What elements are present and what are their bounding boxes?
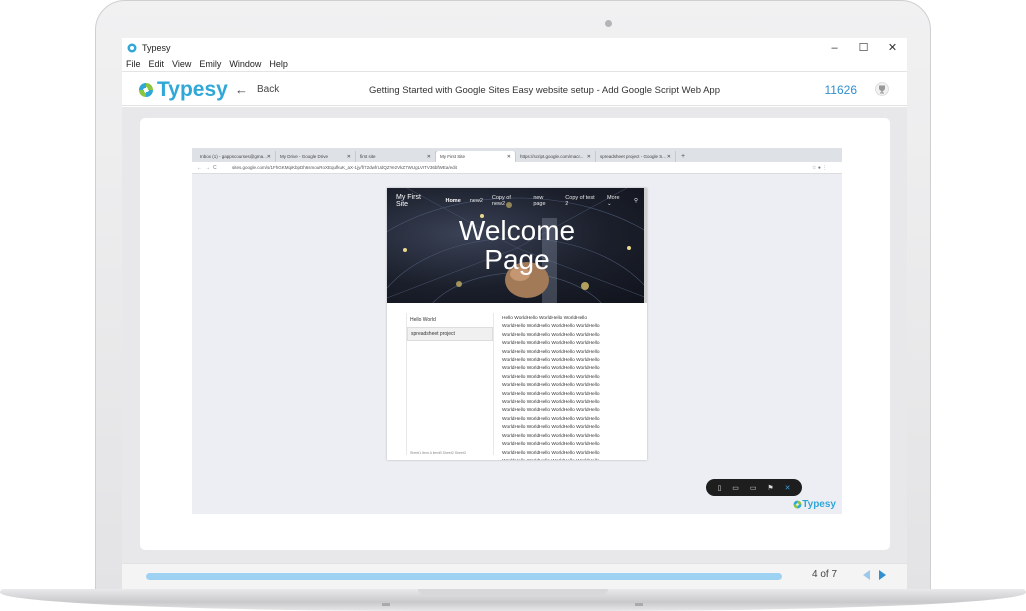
- logo-text: Typesy: [157, 78, 228, 101]
- browser-tab: first site ✕: [356, 151, 436, 162]
- menu-edit[interactable]: Edit: [145, 58, 169, 71]
- hello-line: WorldHello WorldHello WorldHello WorldHe…: [502, 341, 600, 347]
- site-search-icon: ⚲: [633, 198, 638, 204]
- title-bar: Typesy – ☐ ✕: [122, 38, 907, 58]
- typesy-logo[interactable]: Typesy: [138, 78, 228, 102]
- embed-sheet-title: spreadsheet project: [407, 327, 493, 341]
- watermark-text: Typesy: [802, 499, 836, 510]
- lesson-footer: 4 of 7: [122, 563, 907, 589]
- menu-file[interactable]: File: [122, 58, 145, 71]
- phone-view-icon[interactable]: ▯: [717, 484, 721, 492]
- flag-icon[interactable]: ⚑: [767, 484, 773, 492]
- browser-tab: spreadsheet project - Google S... ✕: [596, 151, 676, 162]
- typesy-app-icon: [127, 43, 137, 53]
- site-nav-link: new2: [469, 198, 483, 204]
- progress-fill: [146, 573, 782, 580]
- hello-line: WorldHello WorldHello WorldHello WorldHe…: [502, 349, 600, 355]
- progress-bar: [146, 573, 782, 580]
- site-nav-link: Copy of test 2: [565, 195, 595, 207]
- back-button[interactable]: ← Back: [235, 81, 280, 97]
- video-watermark: Typesy: [793, 499, 836, 510]
- camera-dot: [605, 20, 612, 27]
- browser-tab: https://script.google.com/macr... ✕: [516, 151, 596, 162]
- menu-view[interactable]: View: [168, 58, 195, 71]
- hello-line: WorldHello WorldHello WorldHello WorldHe…: [502, 416, 600, 422]
- hello-line: WorldHello WorldHello WorldHello WorldHe…: [502, 332, 600, 338]
- menu-bar: File Edit View Emily Window Help: [122, 58, 907, 72]
- browser-tab-active: My First Site ✕: [436, 151, 516, 162]
- video-player[interactable]: Inbox (1) - gappscourses@gma... ✕ My Driv…: [192, 148, 842, 514]
- hello-line: WorldHello WorldHello WorldHello WorldHe…: [502, 400, 600, 406]
- site-body: Hello World spreadsheet project Sheet1 I…: [387, 303, 647, 460]
- points-counter: 11626: [824, 83, 857, 97]
- site-preview: My First Site Home new2 Copy of new2 new…: [387, 188, 647, 460]
- hello-line: WorldHello WorldHello WorldHello WorldHe…: [502, 383, 600, 389]
- hello-line: WorldHello WorldHello WorldHello WorldHe…: [502, 391, 600, 397]
- hello-line: WorldHello WorldHello WorldHello WorldHe…: [502, 433, 600, 439]
- browser-tab: My Drive - Google Drive ✕: [276, 151, 356, 162]
- hello-line: WorldHello WorldHello WorldHello WorldHe…: [502, 442, 600, 448]
- site-hero: My First Site Home new2 Copy of new2 new…: [387, 188, 647, 303]
- hello-line: WorldHello WorldHello WorldHello WorldHe…: [502, 408, 600, 414]
- embed-sheet-tabs: Sheet1 Item A itemB Sheet2 Sheet3: [410, 451, 466, 455]
- site-nav-more: More ⌄: [606, 195, 620, 207]
- browser-tab-strip: Inbox (1) - gappscourses@gma... ✕ My Driv…: [192, 148, 842, 162]
- window-title: Typesy: [142, 43, 171, 53]
- maximize-button[interactable]: ☐: [849, 38, 878, 58]
- hello-line: WorldHello WorldHello WorldHello WorldHe…: [502, 366, 600, 372]
- hello-line: WorldHello WorldHello WorldHello WorldHe…: [502, 425, 600, 431]
- hero-line-2: Page: [484, 244, 550, 275]
- app-window: Typesy – ☐ ✕ File Edit View Emily Window…: [122, 38, 907, 589]
- embed-hello-text: Hello World: [410, 317, 436, 323]
- typesy-logo-icon: [139, 83, 153, 97]
- menu-user[interactable]: Emily: [195, 58, 225, 71]
- hello-world-text-block: Hello WorldHello WorldHello WorldHello W…: [502, 315, 627, 460]
- hello-line: WorldHello WorldHello WorldHello WorldHe…: [502, 374, 600, 380]
- close-icon[interactable]: ✕: [785, 484, 791, 492]
- menu-help[interactable]: Help: [265, 58, 292, 71]
- hello-line: WorldHello WorldHello WorldHello WorldHe…: [502, 358, 600, 364]
- hello-line: WorldHello WorldHello WorldHello WorldHe…: [502, 458, 627, 460]
- lesson-header: Typesy ← Back Getting Started with Googl…: [122, 72, 907, 106]
- hello-line: WorldHello WorldHello WorldHello WorldHe…: [502, 324, 600, 330]
- desktop-view-icon[interactable]: ▭: [750, 484, 757, 492]
- browser-url: sites.google.com/s/1FhGKMqiKbpDh6smouRoX…: [232, 165, 457, 170]
- hero-heading: Welcome Page: [387, 216, 647, 274]
- laptop-foot: [382, 603, 390, 606]
- back-arrow-icon: ←: [235, 81, 248, 97]
- lesson-card: Inbox (1) - gappscourses@gma... ✕ My Driv…: [140, 118, 890, 550]
- hello-line: WorldHello WorldHello WorldHello WorldHe…: [502, 450, 600, 456]
- site-name: My First Site: [396, 194, 421, 208]
- site-nav-link: new page: [533, 195, 546, 207]
- hero-line-1: Welcome: [458, 215, 576, 246]
- hello-line: Hello WorldHello WorldHello WorldHello: [502, 316, 588, 321]
- site-nav-home: Home: [445, 198, 461, 204]
- new-tab-icon: +: [681, 153, 686, 160]
- laptop-notch: [418, 589, 608, 595]
- previous-arrow-icon[interactable]: [863, 570, 870, 580]
- back-label: Back: [257, 84, 280, 95]
- menu-window[interactable]: Window: [225, 58, 265, 71]
- browser-nav-icons: ←→C: [197, 164, 220, 171]
- next-arrow-icon[interactable]: [879, 570, 886, 580]
- player-controls: ▯ ▭ ▭ ⚑ ✕: [706, 479, 802, 496]
- minimize-button[interactable]: –: [820, 38, 849, 58]
- browser-address-bar: ←→C sites.google.com/s/1FhGKMqiKbpDh6smo…: [192, 162, 842, 174]
- page-indicator: 4 of 7: [812, 569, 838, 580]
- typesy-watermark-icon: [793, 500, 802, 509]
- browser-tab: Inbox (1) - gappscourses@gma... ✕: [196, 151, 276, 162]
- site-nav: My First Site Home new2 Copy of new2 new…: [387, 194, 647, 208]
- course-title: Getting Started with Google Sites Easy w…: [369, 85, 720, 96]
- trophy-icon[interactable]: [875, 82, 889, 96]
- browser-extension-icons: ☆ ● ⋮: [812, 164, 828, 171]
- site-nav-link: Copy of new2: [491, 195, 511, 207]
- close-button[interactable]: ✕: [878, 38, 907, 58]
- window-controls: – ☐ ✕: [820, 38, 907, 58]
- laptop-foot: [635, 603, 643, 606]
- tablet-view-icon[interactable]: ▭: [732, 484, 739, 492]
- embed-panel: Hello World spreadsheet project Sheet1 I…: [406, 313, 494, 455]
- content-area: Inbox (1) - gappscourses@gma... ✕ My Driv…: [122, 107, 907, 563]
